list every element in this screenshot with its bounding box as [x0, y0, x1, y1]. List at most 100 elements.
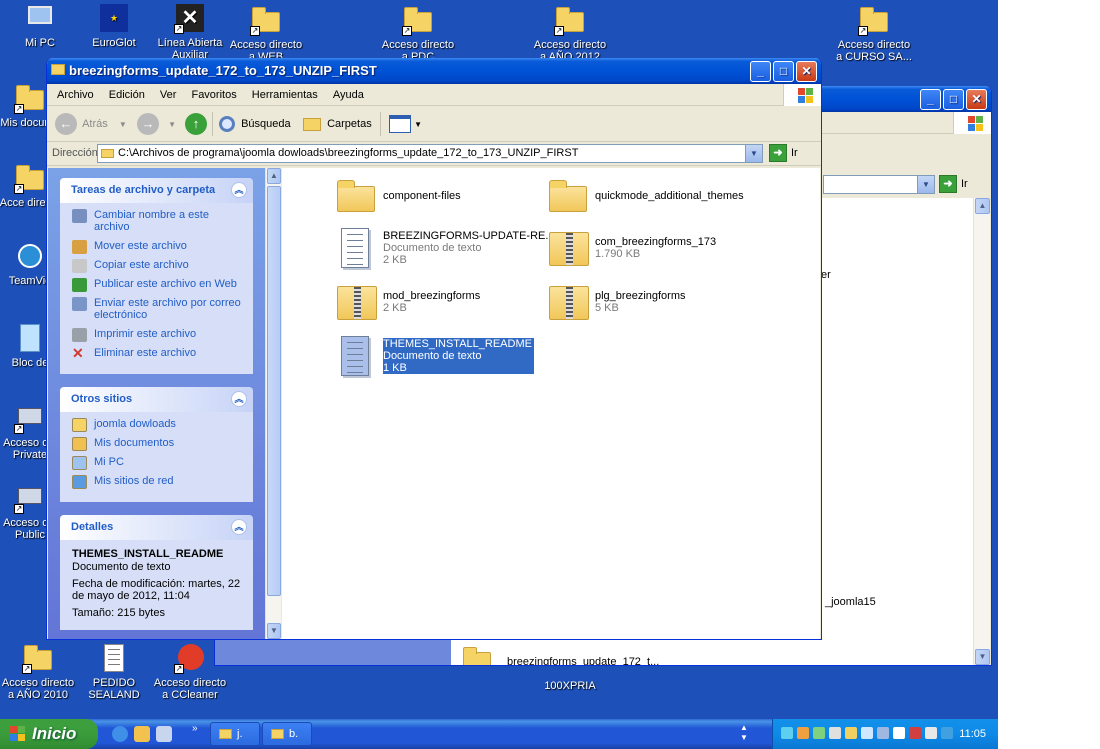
- details-panel: Detalles ︽ THEMES_INSTALL_README Documen…: [60, 515, 253, 630]
- tray-icon[interactable]: [941, 727, 953, 739]
- tray-icon[interactable]: [909, 727, 921, 739]
- desktop-icon[interactable]: ↗ Acceso directo a PDC: [380, 4, 456, 63]
- forward-button[interactable]: → ▼: [137, 113, 176, 136]
- desktop-icon[interactable]: ↗ Acceso directo a AÑO 2010: [0, 642, 76, 701]
- file-tasks-list: Cambiar nombre a este archivo Mover este …: [60, 203, 253, 374]
- window-titlebar[interactable]: breezingforms_update_172_to_173_UNZIP_FI…: [47, 58, 821, 84]
- address-input[interactable]: C:\Archivos de programa\joomla dowloads\…: [97, 144, 763, 163]
- tray-icon[interactable]: [845, 727, 857, 739]
- details-header[interactable]: Detalles ︽: [60, 515, 253, 540]
- desktop-icon-label: EuroGlot: [92, 37, 136, 49]
- tray-icon[interactable]: [861, 727, 873, 739]
- file-name: plg_breezingforms: [595, 290, 686, 302]
- desktop-icon[interactable]: ↗ Acceso directo a AÑO 2012: [532, 4, 608, 63]
- minimize-button[interactable]: _: [750, 61, 771, 82]
- bg-go-button[interactable]: ➜ Ir: [939, 175, 968, 194]
- place-item[interactable]: Mi PC: [72, 456, 245, 470]
- file-item[interactable]: BREEZINGFORMS-UPDATE-RE... Documento de t…: [333, 226, 555, 270]
- file-item[interactable]: plg_breezingforms 5 KB: [545, 280, 750, 324]
- tray-icon[interactable]: [893, 727, 905, 739]
- desktop-icon[interactable]: PEDIDO SEALAND: [76, 642, 152, 701]
- tray-icon[interactable]: [781, 727, 793, 739]
- file-item[interactable]: com_breezingforms_173 1.790 KB: [545, 226, 750, 270]
- menu-ayuda[interactable]: Ayuda: [327, 84, 370, 106]
- quicklaunch-more-icon[interactable]: »: [192, 723, 198, 734]
- other-places-header[interactable]: Otros sitios ︽: [60, 387, 253, 412]
- taskbar-item[interactable]: b.: [262, 722, 312, 746]
- file-item[interactable]: quickmode_additional_themes: [545, 174, 750, 218]
- tray-icon[interactable]: [829, 727, 841, 739]
- task-pane-scrollbar[interactable]: ▲ ▼: [265, 168, 281, 639]
- back-arrow-icon: ←: [55, 113, 77, 136]
- task-item[interactable]: Mover este archivo: [72, 240, 245, 254]
- desktop-icon[interactable]: 100XPRIA: [532, 676, 608, 692]
- taskbar-scroll-icon[interactable]: ▲ ▼: [740, 723, 748, 743]
- taskbar-item[interactable]: j.: [210, 722, 260, 746]
- collapse-chevron-icon[interactable]: ︽: [231, 519, 247, 535]
- clock[interactable]: 11:05: [959, 719, 986, 749]
- file-item[interactable]: THEMES_INSTALL_README Documento de texto 1…: [333, 334, 538, 378]
- start-button[interactable]: Inicio: [0, 719, 98, 749]
- file-item[interactable]: component-files: [333, 174, 538, 218]
- maximize-button[interactable]: □: [773, 61, 794, 82]
- bg-minimize-button[interactable]: _: [920, 89, 941, 110]
- media-icon[interactable]: [156, 726, 172, 742]
- rename-icon: [72, 209, 87, 223]
- bg-close-button[interactable]: ✕: [966, 89, 987, 110]
- folders-button[interactable]: Carpetas: [303, 113, 372, 135]
- desktop-icon[interactable]: ★ EuroGlot: [76, 2, 152, 49]
- desktop-icon[interactable]: ✕ ↗ Línea Abierta Auxiliar: [152, 2, 228, 61]
- file-item[interactable]: mod_breezingforms 2 KB: [333, 280, 538, 324]
- task-item[interactable]: Enviar este archivo por correo electróni…: [72, 297, 245, 321]
- tray-icon[interactable]: [877, 727, 889, 739]
- place-item[interactable]: Mis documentos: [72, 437, 245, 451]
- search-button[interactable]: Búsqueda: [219, 113, 291, 135]
- address-dropdown-button[interactable]: ▼: [745, 145, 762, 162]
- views-button[interactable]: ▼: [389, 113, 422, 135]
- other-places-list: joomla dowloads Mis documentos Mi PC Mis si…: [60, 412, 253, 502]
- print-icon: [72, 328, 87, 342]
- bg-vertical-scrollbar[interactable]: ▲ ▼: [973, 198, 990, 665]
- text-document-icon: [333, 226, 377, 270]
- pc-icon: [24, 2, 56, 34]
- go-button[interactable]: ➜ Ir: [769, 144, 798, 163]
- text-document-icon: [333, 334, 377, 378]
- menu-herramientas[interactable]: Herramientas: [246, 84, 324, 106]
- file-tasks-header[interactable]: Tareas de archivo y carpeta ︽: [60, 178, 253, 203]
- collapse-chevron-icon[interactable]: ︽: [231, 391, 247, 407]
- desktop-icon-label: Acceso directo a AÑO 2010: [1, 677, 75, 701]
- windows-logo-icon: [953, 112, 991, 134]
- desktop-icon[interactable]: ↗ Acceso directo a CURSO SA...: [836, 4, 912, 63]
- task-item[interactable]: Imprimir este archivo: [72, 328, 245, 342]
- tray-icon[interactable]: [797, 727, 809, 739]
- collapse-chevron-icon[interactable]: ︽: [231, 182, 247, 198]
- close-button[interactable]: ✕: [796, 61, 817, 82]
- folder-icon: [72, 418, 87, 432]
- folder-icon: ↗: [250, 4, 282, 36]
- doc-icon: [98, 642, 130, 674]
- bg-maximize-button[interactable]: □: [943, 89, 964, 110]
- eu-icon: ★: [98, 2, 130, 34]
- desktop-icon[interactable]: Mi PC: [2, 2, 78, 49]
- task-item[interactable]: Cambiar nombre a este archivo: [72, 209, 245, 233]
- explorer-window[interactable]: breezingforms_update_172_to_173_UNZIP_FI…: [46, 58, 822, 640]
- menu-archivo[interactable]: Archivo: [51, 84, 100, 106]
- tray-icon[interactable]: [925, 727, 937, 739]
- internet-explorer-icon[interactable]: [112, 726, 128, 742]
- place-item[interactable]: joomla dowloads: [72, 418, 245, 432]
- task-item[interactable]: ✕ Eliminar este archivo: [72, 346, 245, 360]
- task-item[interactable]: Copiar este archivo: [72, 259, 245, 273]
- task-item[interactable]: Publicar este archivo en Web: [72, 278, 245, 292]
- menu-edicion[interactable]: Edición: [103, 84, 151, 106]
- bg-peek-text: er: [821, 269, 831, 281]
- tray-icon[interactable]: [813, 727, 825, 739]
- menu-ver[interactable]: Ver: [154, 84, 183, 106]
- menu-favoritos[interactable]: Favoritos: [185, 84, 242, 106]
- file-name: BREEZINGFORMS-UPDATE-RE...: [383, 230, 555, 242]
- place-item[interactable]: Mis sitios de red: [72, 475, 245, 489]
- up-folder-button[interactable]: ↑: [185, 113, 207, 136]
- outlook-icon[interactable]: [134, 726, 150, 742]
- desktop-icon[interactable]: ↗ Acceso directo a WEB: [228, 4, 304, 63]
- back-button[interactable]: ← Atrás ▼: [55, 113, 127, 136]
- cc-icon: ↗: [174, 642, 206, 674]
